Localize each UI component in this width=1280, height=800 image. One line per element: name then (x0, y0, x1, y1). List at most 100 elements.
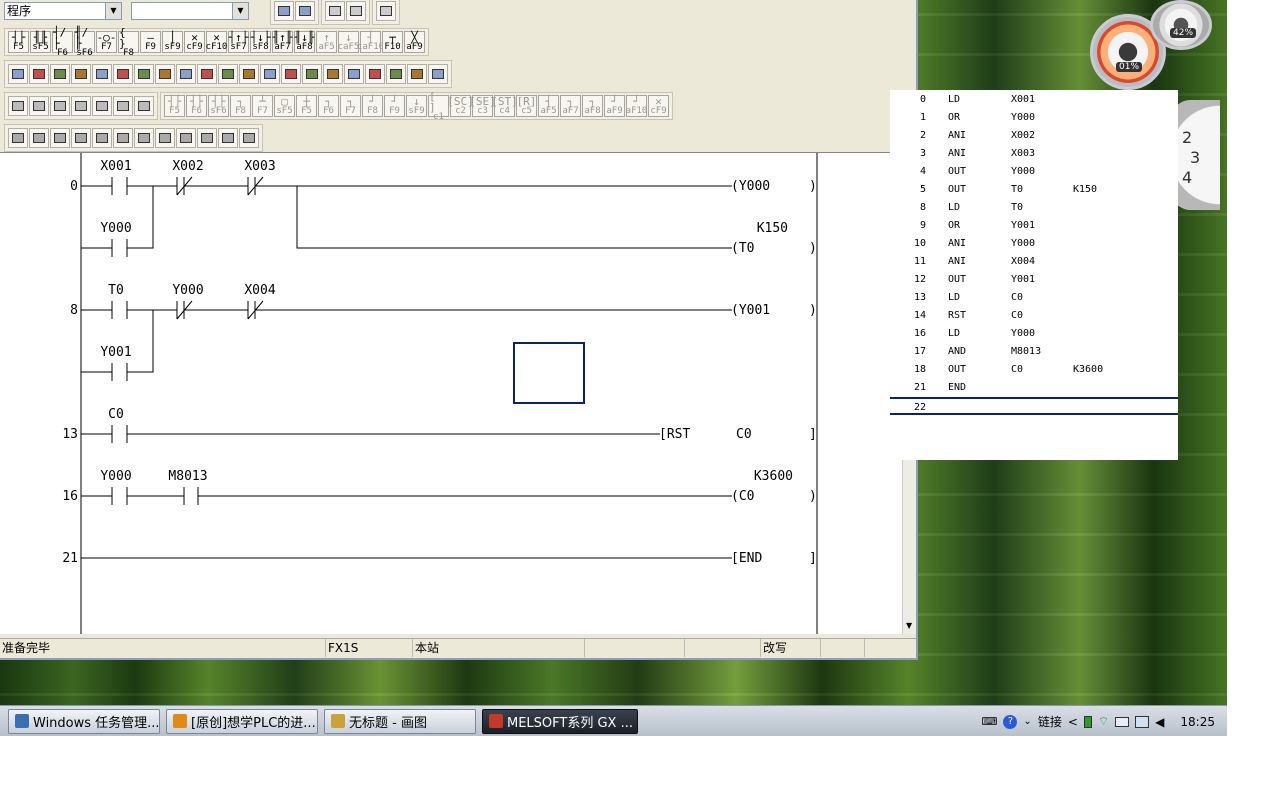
ladder-key-cf9-button[interactable]: ✕ cF9 (184, 31, 205, 53)
column-delete-icon[interactable] (407, 64, 427, 84)
find-icon[interactable] (239, 64, 259, 84)
ladder-key-af5-button[interactable]: ↑ aF5 (316, 31, 337, 53)
edit-key-af10-button[interactable]: ┘ aF10 (626, 95, 647, 117)
wifi-icon[interactable]: ⌔ (1098, 714, 1109, 729)
edit-key-sf5-button[interactable]: ▢ sF5 (274, 95, 295, 117)
instruction-row[interactable]: 2 ANI X002 (890, 127, 1178, 145)
row-insert-icon[interactable] (113, 96, 133, 116)
network-icon[interactable] (1135, 715, 1150, 728)
trace-back-icon[interactable] (50, 128, 70, 148)
ladder-key-f9-button[interactable]: — F9 (140, 31, 161, 53)
trace-icon[interactable] (29, 128, 49, 148)
edit-key-c2-button[interactable]: [SC] c2 (447, 95, 474, 117)
ladder-key-f5-button[interactable]: ┤├ F5 (8, 31, 29, 53)
monitor-stop-icon[interactable] (92, 128, 112, 148)
monitor-start-icon[interactable] (71, 128, 91, 148)
instruction-row[interactable]: 14 RST C0 (890, 307, 1178, 325)
ladder-key-f7-button[interactable]: -○- F7 (96, 31, 117, 53)
edit-key-c5-button[interactable]: [R] c5 (516, 95, 537, 117)
instruction-row[interactable]: 9 OR Y001 (890, 217, 1178, 235)
column-icon[interactable] (365, 64, 385, 84)
read-icon[interactable] (113, 64, 133, 84)
magnify-icon[interactable] (344, 64, 364, 84)
ladder-key-sf9-button[interactable]: │ sF9 (162, 31, 183, 53)
clock-time[interactable]: 18:25 (1180, 715, 1215, 729)
edit-key-af9-button[interactable]: ┘ aF9 (604, 95, 625, 117)
entry-icon[interactable] (134, 128, 154, 148)
instruction-row[interactable]: 3 ANI X003 (890, 145, 1178, 163)
plc-read-icon[interactable] (325, 1, 345, 21)
ladder-key-sf6-button[interactable]: ╢/╟ sF6 (74, 27, 95, 57)
instruction-list-panel[interactable]: 0 LD X001 1 OR Y000 2 ANI X002 3 ANI X003 4 OUT Y000 5 O… (890, 90, 1178, 460)
ladder-key-f6-button[interactable]: ┤/├ F6 (52, 27, 73, 57)
edit-key-f6-button[interactable]: ┐ F6 (318, 95, 339, 117)
ladder-key-caf10-button[interactable]: ┤ caF10 (357, 31, 384, 53)
edit-icon[interactable] (92, 64, 112, 84)
instruction-row[interactable]: 16 LD Y000 (890, 325, 1178, 343)
instruction-row[interactable]: 0 LD X001 (890, 91, 1178, 109)
program-mode-select[interactable]: 程序 ▼ (4, 2, 122, 20)
write-icon[interactable] (134, 64, 154, 84)
instruction-row[interactable]: 4 OUT Y000 (890, 163, 1178, 181)
instruction-row[interactable]: 13 LD C0 (890, 289, 1178, 307)
cpu-meter-gadget[interactable]: 01% 42% (1088, 0, 1226, 90)
edit-key-f6-button[interactable]: ┤├ F6 (186, 95, 207, 117)
edit-key-f5-button[interactable]: ┤├ F5 (164, 95, 185, 117)
instruction-row[interactable]: 22 (890, 397, 1178, 415)
scroll-down-icon[interactable]: ▼ (906, 621, 912, 630)
comment-icon[interactable] (376, 1, 396, 21)
battery-icon[interactable] (1083, 715, 1092, 728)
search-icon[interactable] (71, 64, 91, 84)
monitor-icon[interactable] (1115, 716, 1130, 727)
edit-key-f8-button[interactable]: ┐ F8 (230, 95, 251, 117)
edit-key-c3-button[interactable]: [SE] c3 (469, 95, 496, 117)
instruction-row[interactable]: 1 OR Y000 (890, 109, 1178, 127)
taskbar-button[interactable]: Windows 任务管理... (8, 708, 160, 734)
instruction-row[interactable]: 10 ANI Y000 (890, 235, 1178, 253)
export-icon[interactable] (218, 128, 238, 148)
instruction-row[interactable]: 18 OUT C0 K3600 (890, 361, 1178, 379)
edit-key-sf9-button[interactable]: ↓ sF9 (406, 95, 427, 117)
plc-write-icon[interactable] (346, 1, 366, 21)
taskbar-button[interactable]: [原创]想学PLC的进... (166, 708, 318, 734)
column-insert-icon[interactable] (386, 64, 406, 84)
options-icon[interactable]: ⌄ (1023, 716, 1031, 727)
ladder-key-sf5-button[interactable]: ╢╟ sF5 (30, 31, 51, 53)
edit-key-f9-button[interactable]: ┘ F9 (384, 95, 405, 117)
instruction-row[interactable]: 5 OUT T0 K150 (890, 181, 1178, 199)
block-icon[interactable] (92, 96, 112, 116)
taskbar-button[interactable]: MELSOFT系列 GX ... (482, 708, 638, 734)
up-icon[interactable] (260, 64, 280, 84)
ladder-key-af8-button[interactable]: ╢↓╟ aF8 (294, 31, 315, 53)
help-icon[interactable]: ? (1003, 714, 1018, 729)
zoom-in-icon[interactable] (323, 64, 343, 84)
edit-key-af5-button[interactable]: ┤ aF5 (538, 95, 559, 117)
ladder-key-f8-button[interactable]: { } F8 (118, 27, 139, 57)
keyboard-icon[interactable]: ⌨ (982, 715, 998, 728)
ladder-input-icon[interactable] (8, 96, 28, 116)
device-batch-icon[interactable] (113, 128, 133, 148)
row-delete-icon[interactable] (134, 96, 154, 116)
ladder-key-af7-button[interactable]: ╢↑╟ aF7 (272, 31, 293, 53)
device-icon[interactable] (218, 64, 238, 84)
hand-icon[interactable] (239, 128, 259, 148)
edit-key-sf6-button[interactable]: ┤├ sF6 (208, 95, 229, 117)
down-icon[interactable] (281, 64, 301, 84)
chart-icon[interactable] (176, 128, 196, 148)
ladder-key-af9-button[interactable]: ╳ aF9 (404, 31, 425, 53)
zoom-out-icon[interactable] (302, 64, 322, 84)
links-toolbar[interactable]: 链接 (1038, 713, 1062, 730)
edit-key-af8-button[interactable]: ┐ aF8 (582, 95, 603, 117)
window-icon[interactable] (428, 64, 448, 84)
taskbar-button[interactable]: 无标题 - 画图 (324, 708, 476, 734)
instruction-row[interactable]: 12 OUT Y001 (890, 271, 1178, 289)
edit-key-f7-button[interactable]: ┐ F7 (340, 95, 361, 117)
step-icon[interactable] (155, 64, 175, 84)
test-icon[interactable] (197, 128, 217, 148)
chevron-left-icon[interactable]: < (1068, 715, 1078, 729)
edit-key-f8-button[interactable]: ┘ F8 (362, 95, 383, 117)
delete-icon[interactable] (197, 64, 217, 84)
device-select[interactable]: ▼ (131, 2, 249, 20)
ladder-key-caf5-button[interactable]: ↓ caF5 (338, 31, 359, 53)
ladder-key-sf8-button[interactable]: ┤↓├ sF8 (250, 31, 271, 53)
